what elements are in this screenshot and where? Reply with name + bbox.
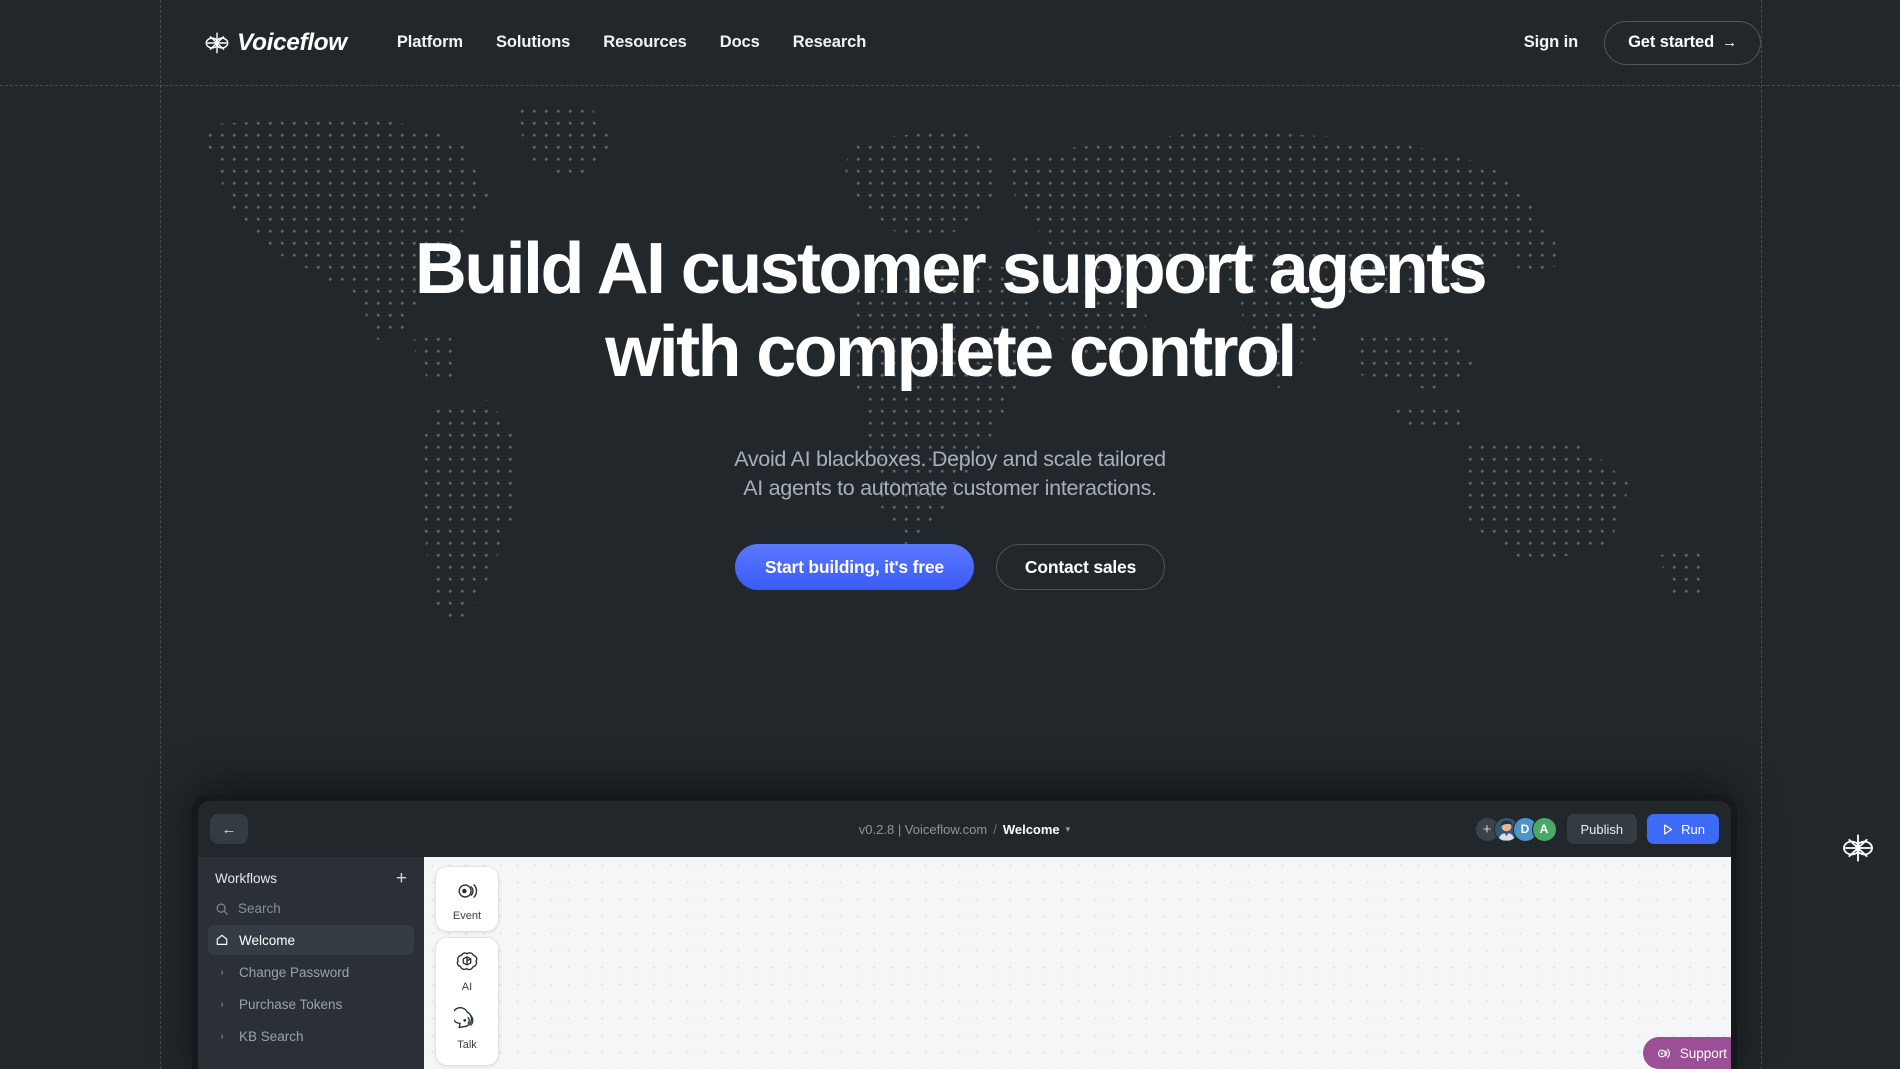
support-button[interactable]: Support [1642, 1037, 1731, 1069]
subtitle-line-1: Avoid AI blackboxes. Deploy and scale ta… [734, 447, 1166, 471]
hero-subtitle: Avoid AI blackboxes. Deploy and scale ta… [0, 445, 1900, 503]
top-navigation: Voiceflow Platform Solutions Resources D… [0, 0, 1900, 85]
palette-item-ai[interactable]: AI [454, 949, 480, 993]
sign-in-link[interactable]: Sign in [1524, 33, 1578, 52]
mockup-body: Workflows + Search Welcome › Change Pass… [198, 857, 1731, 1069]
publish-button[interactable]: Publish [1566, 814, 1638, 844]
arrow-left-icon: ← [221, 820, 237, 838]
product-mockup-frame: ← v0.2.8 | Voiceflow.com / Welcome ▾ + D… [192, 795, 1737, 1069]
hero-section: Build AI customer support agents with co… [0, 85, 1900, 785]
breadcrumb-version: v0.2.8 | Voiceflow.com [858, 821, 988, 837]
run-label: Run [1681, 821, 1705, 837]
breadcrumb-separator: / [993, 821, 997, 837]
sidebar-item-change-password[interactable]: › Change Password [208, 957, 414, 987]
palette-item-talk[interactable]: Talk [454, 1007, 480, 1051]
product-mockup: ← v0.2.8 | Voiceflow.com / Welcome ▾ + D… [198, 801, 1731, 1069]
event-icon [458, 884, 478, 898]
openai-flower-icon [456, 952, 478, 971]
headline-line-2: with complete control [605, 312, 1297, 392]
talk-bubble-icon [454, 1007, 474, 1029]
support-headset-icon [1657, 1048, 1670, 1058]
mockup-sidebar: Workflows + Search Welcome › Change Pass… [198, 857, 424, 1069]
voiceflow-logo-icon [205, 32, 229, 53]
sidebar-item-label: Welcome [239, 932, 296, 948]
nav-link-research[interactable]: Research [793, 33, 867, 52]
add-workflow-button[interactable]: + [396, 869, 407, 888]
run-button[interactable]: Run [1647, 814, 1719, 844]
sidebar-title: Workflows [215, 871, 278, 886]
workflow-canvas[interactable]: Event AI Talk Support [424, 857, 1731, 1069]
page-root: Voiceflow Platform Solutions Resources D… [0, 0, 1900, 1069]
mockup-topbar-actions: + D A Publish Run [1474, 814, 1719, 844]
sidebar-item-label: Change Password [239, 964, 350, 980]
palette-card-ai-talk: AI Talk [436, 938, 498, 1065]
palette-item-label: Event [452, 910, 482, 922]
sidebar-item-label: KB Search [239, 1028, 304, 1044]
brand-logo[interactable]: Voiceflow [204, 29, 347, 57]
collaborator-avatars: + D A [1474, 816, 1557, 842]
chevron-right-icon: › [220, 966, 224, 978]
chevron-right-icon: › [220, 1030, 224, 1042]
sidebar-item-welcome[interactable]: Welcome [208, 925, 414, 955]
get-started-button[interactable]: Get started → [1604, 20, 1761, 65]
contact-sales-button[interactable]: Contact sales [995, 544, 1166, 591]
nav-link-solutions[interactable]: Solutions [496, 33, 570, 52]
headline-line-1: Build AI customer support agents [414, 229, 1488, 309]
palette-item-label: Talk [457, 1039, 477, 1051]
hero-cta-row: Start building, it's free Contact sales [0, 544, 1900, 591]
hero-content: Build AI customer support agents with co… [0, 85, 1900, 591]
palette-item-event[interactable]: Event [436, 867, 498, 931]
floating-voiceflow-logo[interactable] [1836, 826, 1880, 870]
node-palette: Event AI Talk [436, 867, 498, 1065]
avatar[interactable]: A [1531, 816, 1557, 842]
sidebar-item-purchase-tokens[interactable]: › Purchase Tokens [208, 989, 414, 1019]
arrow-right-icon: → [1722, 34, 1737, 51]
support-label: Support [1679, 1045, 1727, 1061]
play-icon [1664, 823, 1673, 835]
sidebar-header: Workflows + [208, 865, 414, 896]
sidebar-item-label: Purchase Tokens [239, 996, 343, 1012]
breadcrumb-current[interactable]: Welcome [1003, 822, 1060, 837]
nav-link-docs[interactable]: Docs [720, 33, 760, 52]
nav-link-resources[interactable]: Resources [603, 33, 687, 52]
voiceflow-logo-icon [1843, 834, 1873, 862]
start-building-button[interactable]: Start building, it's free [734, 544, 974, 591]
back-button[interactable]: ← [210, 814, 248, 844]
mockup-topbar: ← v0.2.8 | Voiceflow.com / Welcome ▾ + D… [198, 801, 1731, 857]
brand-name: Voiceflow [237, 28, 347, 56]
page-title: Build AI customer support agents with co… [0, 233, 1900, 388]
home-icon [216, 934, 228, 945]
chevron-right-icon: › [220, 998, 224, 1010]
search-icon [216, 903, 228, 915]
search-placeholder: Search [238, 901, 281, 916]
nav-link-platform[interactable]: Platform [397, 33, 463, 52]
nav-actions: Sign in Get started → [1524, 20, 1761, 65]
palette-item-label: AI [461, 981, 473, 993]
get-started-label: Get started [1628, 33, 1715, 51]
chevron-down-icon[interactable]: ▾ [1066, 824, 1071, 835]
nav-links: Platform Solutions Resources Docs Resear… [397, 33, 866, 52]
search-input[interactable]: Search [208, 896, 414, 925]
subtitle-line-2: AI agents to automate customer interacti… [743, 476, 1157, 501]
sidebar-item-kb-search[interactable]: › KB Search [208, 1021, 414, 1051]
